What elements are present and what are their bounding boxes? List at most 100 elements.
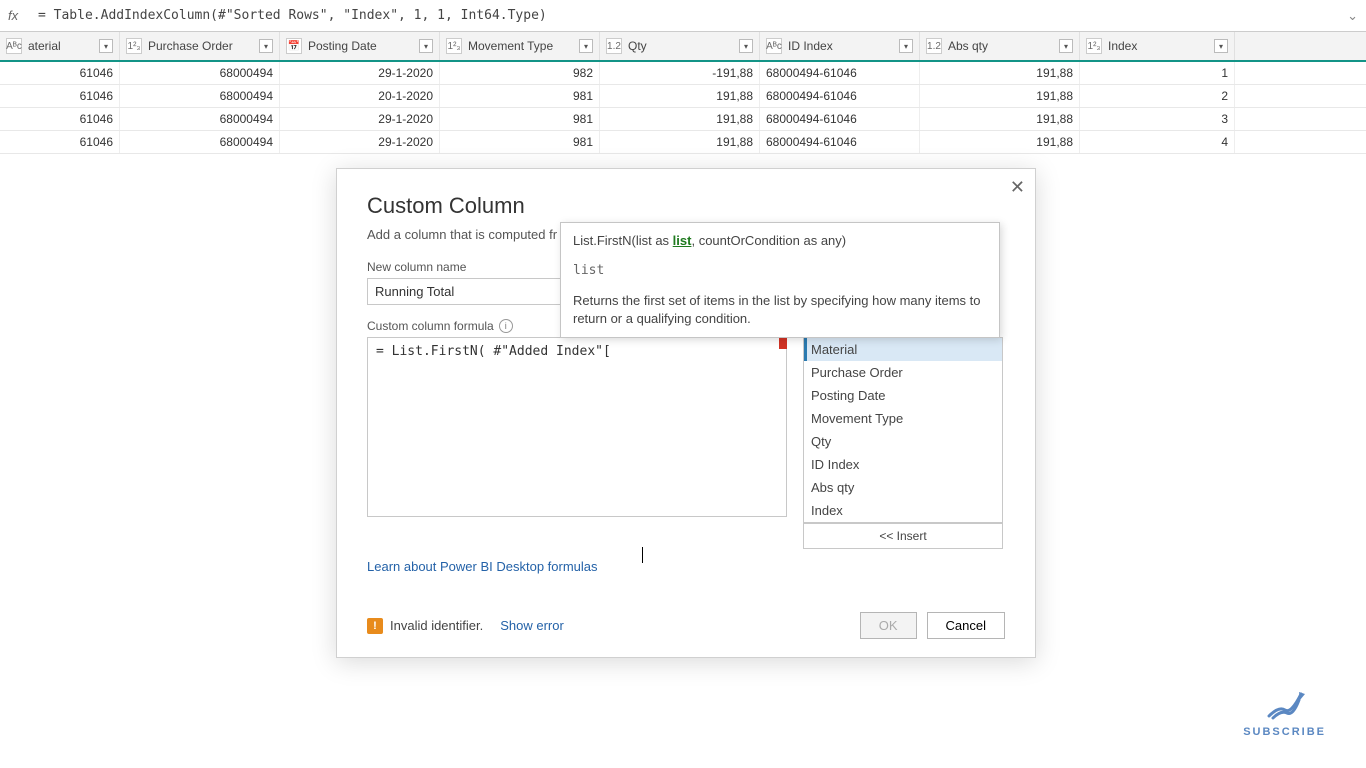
cancel-button[interactable]: Cancel (927, 612, 1005, 639)
error-marker (779, 337, 787, 349)
column-header-purchase-order[interactable]: 1²₃ Purchase Order ▾ (120, 32, 280, 60)
table-row[interactable]: 610466800049429-1-2020982-191,8868000494… (0, 62, 1366, 85)
formula-dropdown-icon[interactable]: ⌄ (1347, 8, 1358, 24)
available-column-index[interactable]: Index (804, 499, 1002, 522)
insert-button[interactable]: << Insert (803, 523, 1003, 549)
available-column-material[interactable]: Material (804, 338, 1002, 361)
table-cell: 191,88 (920, 62, 1080, 84)
table-cell: 191,88 (920, 131, 1080, 153)
table-cell: 981 (440, 85, 600, 107)
formula-editor[interactable] (367, 337, 787, 517)
table-cell: 2 (1080, 85, 1235, 107)
table-cell: 68000494 (120, 62, 280, 84)
type-icon: 1²₃ (126, 38, 142, 54)
table-cell: 191,88 (600, 131, 760, 153)
filter-dropdown-icon[interactable]: ▾ (99, 39, 113, 53)
filter-dropdown-icon[interactable]: ▾ (899, 39, 913, 53)
table-cell: 61046 (0, 108, 120, 130)
column-header-qty[interactable]: 1.2 Qty ▾ (600, 32, 760, 60)
dialog-title: Custom Column (367, 193, 1005, 219)
table-cell: 29-1-2020 (280, 131, 440, 153)
type-icon: 1.2 (606, 38, 622, 54)
table-cell: 68000494-61046 (760, 131, 920, 153)
table-cell: 68000494-61046 (760, 108, 920, 130)
column-header-movement-type[interactable]: 1²₃ Movement Type ▾ (440, 32, 600, 60)
table-cell: 1 (1080, 62, 1235, 84)
table-cell: 981 (440, 108, 600, 130)
filter-dropdown-icon[interactable]: ▾ (739, 39, 753, 53)
fx-label: fx (8, 8, 38, 23)
learn-link[interactable]: Learn about Power BI Desktop formulas (367, 559, 598, 574)
text-cursor (642, 547, 643, 563)
warning-icon: ! (367, 618, 383, 634)
available-column-movement-type[interactable]: Movement Type (804, 407, 1002, 430)
column-label: Abs qty (946, 39, 1055, 53)
intellisense-tooltip: List.FirstN(list as list, countOrConditi… (560, 222, 1000, 338)
type-icon: 1.2 (926, 38, 942, 54)
filter-dropdown-icon[interactable]: ▾ (579, 39, 593, 53)
formula-bar-text[interactable]: = Table.AddIndexColumn(#"Sorted Rows", "… (38, 8, 1347, 23)
table-cell: 982 (440, 62, 600, 84)
subscribe-badge[interactable]: SUBSCRIBE (1243, 688, 1326, 738)
filter-dropdown-icon[interactable]: ▾ (419, 39, 433, 53)
tooltip-sig-suffix: , countOrCondition as any) (691, 233, 846, 248)
column-label: Qty (626, 39, 735, 53)
column-label: Posting Date (306, 39, 415, 53)
column-label: ID Index (786, 39, 895, 53)
column-label: aterial (26, 39, 95, 53)
column-header-posting-date[interactable]: 📅 Posting Date ▾ (280, 32, 440, 60)
table-cell: 68000494 (120, 85, 280, 107)
ok-button: OK (860, 612, 917, 639)
table-cell: 20-1-2020 (280, 85, 440, 107)
table-cell: 68000494-61046 (760, 85, 920, 107)
table-cell: 68000494-61046 (760, 62, 920, 84)
table-row[interactable]: 610466800049429-1-2020981191,8868000494-… (0, 131, 1366, 154)
column-label: Purchase Order (146, 39, 255, 53)
table-cell: 61046 (0, 85, 120, 107)
filter-dropdown-icon[interactable]: ▾ (1059, 39, 1073, 53)
tooltip-description: Returns the first set of items in the li… (573, 292, 987, 327)
type-icon: 1²₃ (446, 38, 462, 54)
available-column-purchase-order[interactable]: Purchase Order (804, 361, 1002, 384)
available-columns-list[interactable]: MaterialPurchase OrderPosting DateMoveme… (803, 337, 1003, 523)
type-icon: Aᴮc (766, 38, 782, 54)
column-header-aterial[interactable]: Aᴮcaterial▾ (0, 32, 120, 60)
table-cell: 68000494 (120, 131, 280, 153)
column-header-abs-qty[interactable]: 1.2 Abs qty ▾ (920, 32, 1080, 60)
table-cell: 191,88 (600, 108, 760, 130)
data-table: Aᴮc aterial ▾ 1²₃ Purchase Order ▾ 📅 Posting Da… (0, 32, 1366, 154)
type-icon: 1²₃ (1086, 38, 1102, 54)
table-cell: 68000494 (120, 108, 280, 130)
table-cell: 61046 (0, 131, 120, 153)
column-label: Index (1106, 39, 1210, 53)
table-row[interactable]: 610466800049429-1-2020981191,8868000494-… (0, 108, 1366, 131)
tooltip-sig-current: list (673, 233, 692, 248)
subscribe-label: SUBSCRIBE (1243, 726, 1326, 738)
filter-dropdown-icon[interactable]: ▾ (259, 39, 273, 53)
table-cell: -191,88 (600, 62, 760, 84)
table-cell: 4 (1080, 131, 1235, 153)
table-cell: 981 (440, 131, 600, 153)
available-column-qty[interactable]: Qty (804, 430, 1002, 453)
info-icon[interactable]: i (499, 319, 513, 333)
available-column-abs-qty[interactable]: Abs qty (804, 476, 1002, 499)
available-column-id-index[interactable]: ID Index (804, 453, 1002, 476)
table-cell: 191,88 (920, 108, 1080, 130)
show-error-link[interactable]: Show error (500, 618, 564, 633)
error-text: Invalid identifier. (390, 618, 483, 633)
table-cell: 29-1-2020 (280, 62, 440, 84)
tooltip-type: list (573, 263, 987, 278)
table-cell: 191,88 (600, 85, 760, 107)
available-column-posting-date[interactable]: Posting Date (804, 384, 1002, 407)
tooltip-sig-prefix: List.FirstN(list as (573, 233, 673, 248)
filter-dropdown-icon[interactable]: ▾ (1214, 39, 1228, 53)
column-label: Movement Type (466, 39, 575, 53)
table-cell: 29-1-2020 (280, 108, 440, 130)
table-row[interactable]: 610466800049420-1-2020981191,8868000494-… (0, 85, 1366, 108)
table-cell: 3 (1080, 108, 1235, 130)
type-icon: 📅 (286, 38, 302, 54)
close-icon[interactable]: ✕ (1010, 177, 1025, 198)
column-header-id-index[interactable]: Aᴮc ID Index ▾ (760, 32, 920, 60)
column-header-index[interactable]: 1²₃ Index ▾ (1080, 32, 1235, 60)
formula-label: Custom column formula (367, 319, 494, 333)
